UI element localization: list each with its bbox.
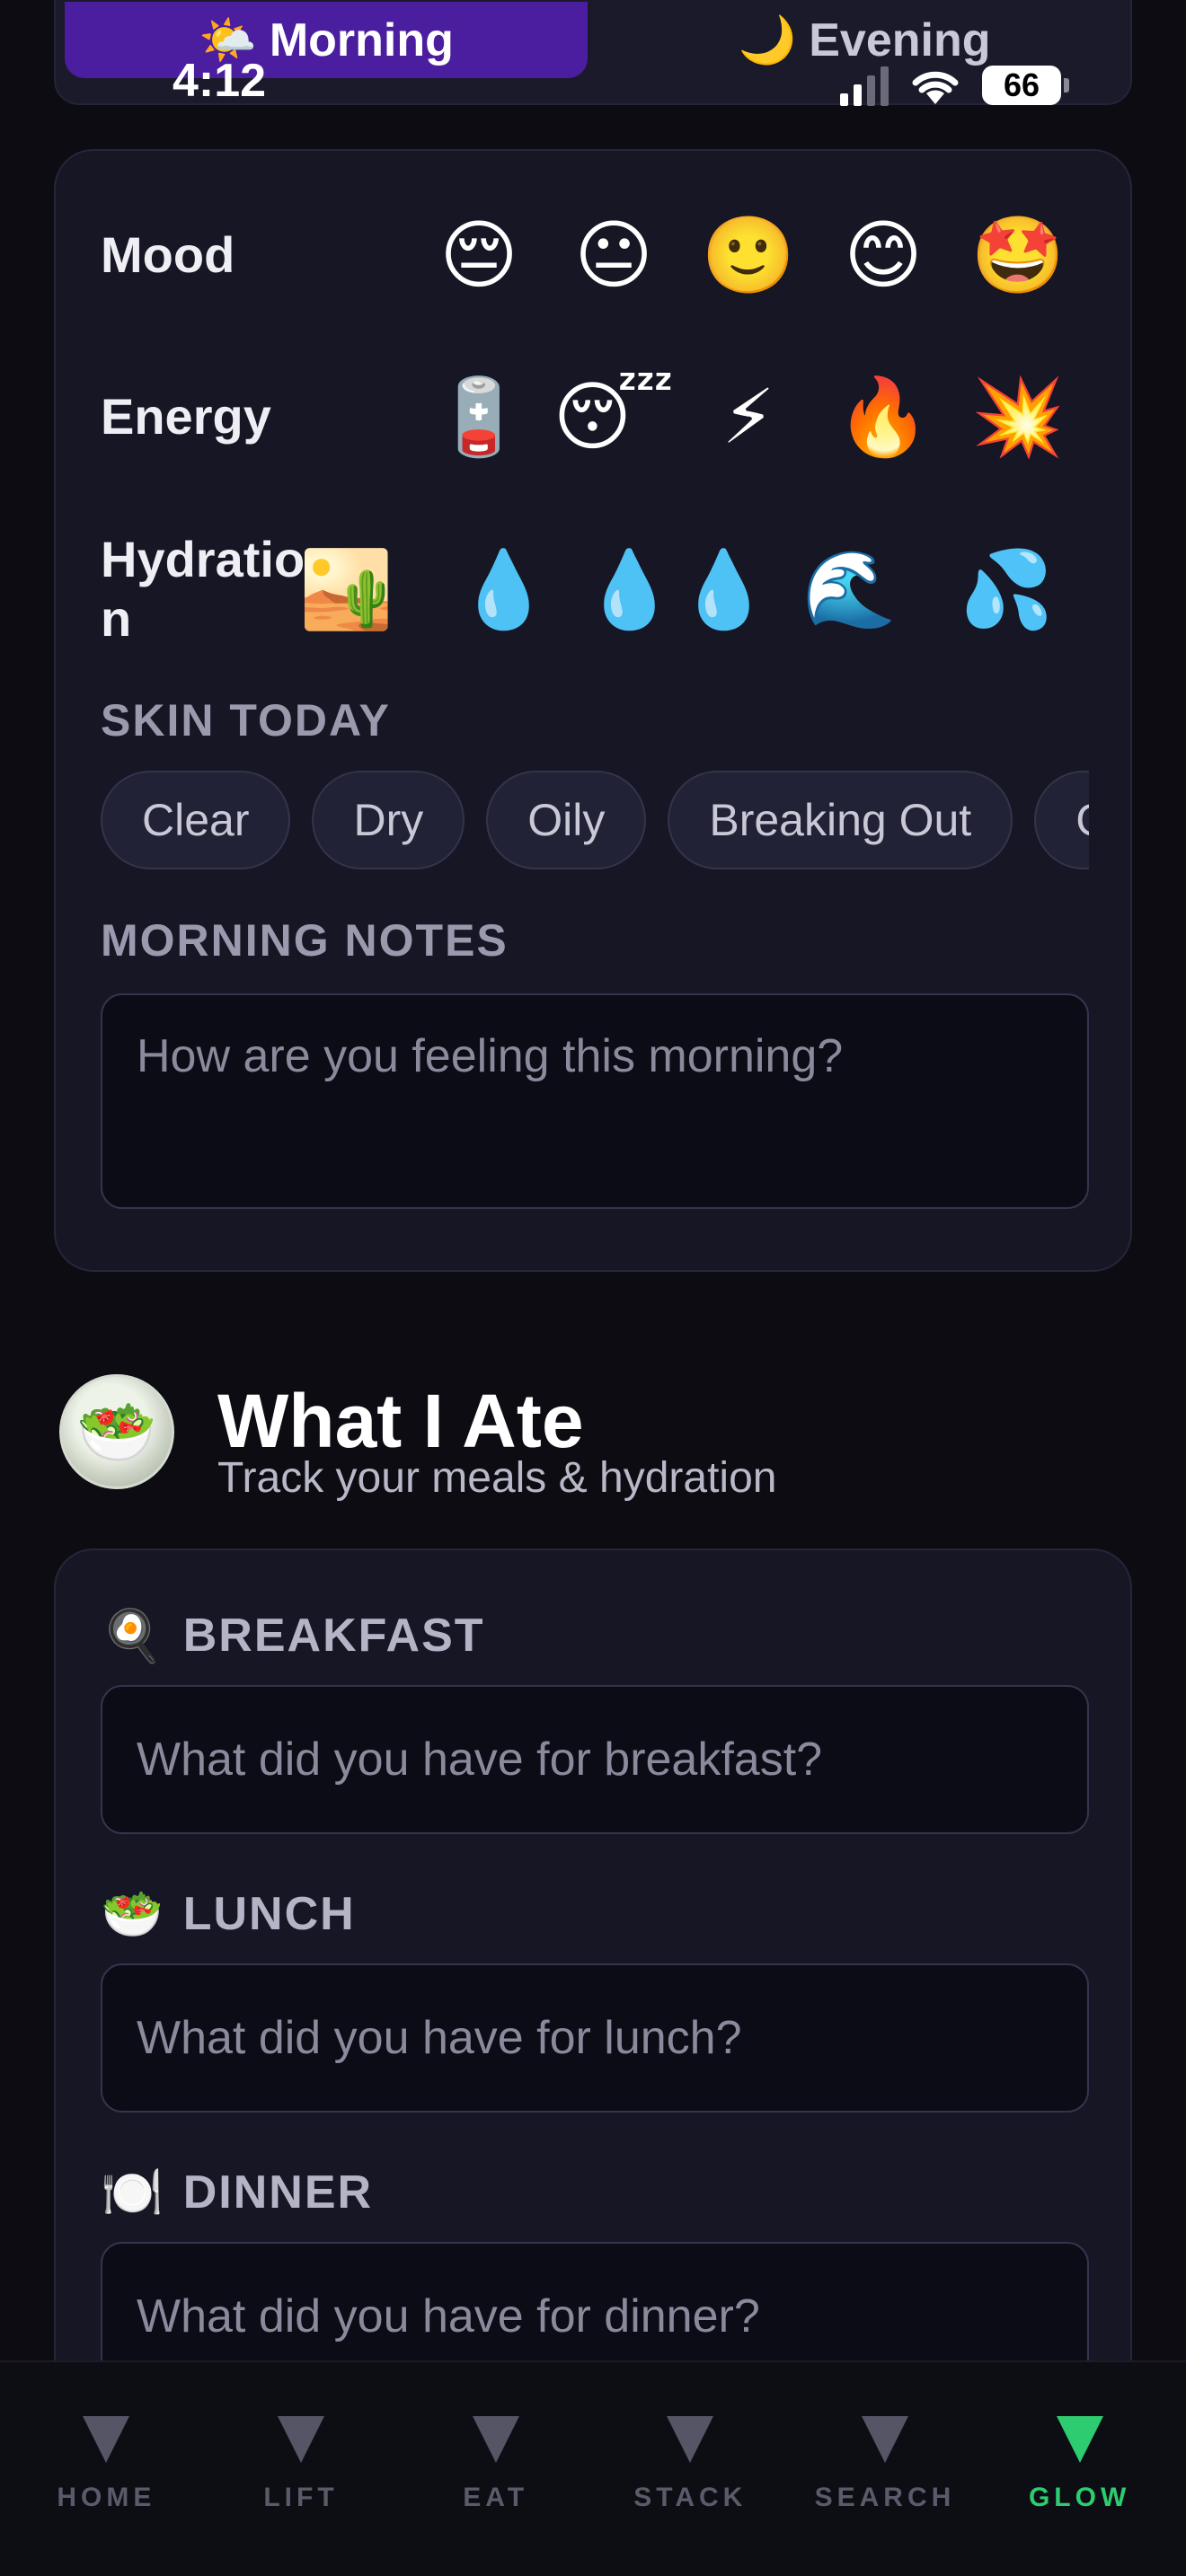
tab-morning[interactable]: 🌤️ Morning: [65, 2, 588, 78]
tab-evening-label: Evening: [809, 13, 991, 66]
section-title: What I Ate: [217, 1379, 584, 1463]
nav-home[interactable]: HOME: [16, 2362, 196, 2576]
nav-glow[interactable]: GLOW: [990, 2362, 1170, 2576]
status-time: 4:12: [173, 55, 267, 107]
meals-card: 🍳 BREAKFAST 🥗 LUNCH 🍽️ DINNER: [54, 1548, 1132, 2447]
energy-options: 🪫 😴 ⚡ 🔥 💥: [412, 367, 1085, 466]
dinner-label-text: DINNER: [182, 2166, 374, 2219]
nav-lift[interactable]: LIFT: [211, 2362, 391, 2576]
mood-option-3[interactable]: 🙂: [681, 206, 816, 304]
plate-cutlery-icon: 🍽️: [101, 2164, 165, 2222]
energy-option-4[interactable]: 🔥: [816, 367, 951, 466]
mood-option-1[interactable]: 😔: [412, 206, 546, 304]
breakfast-input[interactable]: [101, 1685, 1089, 1834]
mood-option-2[interactable]: 😐: [546, 206, 681, 304]
nav-home-label: HOME: [57, 2483, 156, 2512]
nav-search[interactable]: SEARCH: [795, 2362, 975, 2576]
status-indicators: 66: [840, 65, 1069, 106]
energy-option-2[interactable]: 😴: [546, 367, 681, 466]
dinner-label: 🍽️ DINNER: [101, 2163, 373, 2222]
skin-chip-glowing[interactable]: Glowing: [1034, 771, 1089, 869]
nav-stack-label: STACK: [633, 2483, 748, 2512]
mood-options: 😔 😐 🙂 😊 🤩: [412, 206, 1085, 304]
triangle-icon: [83, 2416, 130, 2463]
hydration-row: Hydratio n 🏜️ 💧 💧💧 🌊 💦: [101, 526, 1085, 652]
mood-option-5[interactable]: 🤩: [951, 206, 1085, 304]
hydration-option-5[interactable]: 💦: [928, 540, 1085, 639]
mood-label: Mood: [101, 226, 235, 283]
triangle-icon: [861, 2416, 908, 2463]
hydration-option-4[interactable]: 🌊: [771, 540, 928, 639]
skin-chip-clear[interactable]: Clear: [101, 771, 291, 869]
section-subtitle: Track your meals & hydration: [217, 1454, 777, 1502]
energy-option-1[interactable]: 🪫: [412, 367, 546, 466]
nav-eat-label: EAT: [463, 2483, 529, 2512]
lunch-label: 🥗 LUNCH: [101, 1884, 356, 1944]
triangle-icon: [277, 2416, 324, 2463]
salad-icon: 🥗: [59, 1374, 174, 1489]
salad-icon: 🥗: [101, 1885, 165, 1944]
nav-stack[interactable]: STACK: [600, 2362, 780, 2576]
tab-morning-label: Morning: [269, 13, 454, 66]
lunch-input[interactable]: [101, 1963, 1089, 2113]
hydration-option-3[interactable]: 💧💧: [582, 540, 771, 639]
skin-chip-breaking-out[interactable]: Breaking Out: [668, 771, 1013, 869]
triangle-icon: [472, 2416, 519, 2463]
what-i-ate-header: 🥗 What I Ate Track your meals & hydratio…: [59, 1374, 1093, 1502]
mood-row: Mood 😔 😐 🙂 😊 🤩: [101, 201, 1085, 309]
wifi-icon: [912, 71, 959, 104]
nav-glow-label: GLOW: [1028, 2483, 1131, 2512]
skin-today-label: SKIN TODAY: [101, 695, 391, 745]
skin-chip-dry[interactable]: Dry: [312, 771, 465, 869]
battery-icon: 66: [982, 66, 1069, 105]
energy-row: Energy 🪫 😴 ⚡ 🔥 💥: [101, 363, 1085, 471]
hydration-options: 🏜️ 💧 💧💧 🌊 💦: [268, 540, 1085, 639]
nav-lift-label: LIFT: [263, 2483, 339, 2512]
mood-option-4[interactable]: 😊: [816, 206, 951, 304]
energy-label: Energy: [101, 388, 271, 445]
morning-notes-input[interactable]: [101, 993, 1089, 1209]
breakfast-label-text: BREAKFAST: [182, 1610, 485, 1662]
morning-notes-label: MORNING NOTES: [101, 915, 509, 966]
triangle-icon: [667, 2416, 714, 2463]
nav-search-label: SEARCH: [814, 2483, 956, 2512]
moon-icon: 🌙: [738, 13, 797, 67]
skin-chips: Clear Dry Oily Breaking Out Glowing: [101, 771, 1089, 871]
energy-option-5[interactable]: 💥: [951, 367, 1085, 466]
energy-option-3[interactable]: ⚡: [681, 367, 816, 466]
hydration-option-2[interactable]: 💧: [425, 540, 582, 639]
morning-checkin-card: Mood 😔 😐 🙂 😊 🤩 Energy 🪫 😴 ⚡ 🔥 💥 Hydratio…: [54, 149, 1132, 1272]
triangle-icon: [1056, 2416, 1103, 2463]
frying-pan-icon: 🍳: [101, 1607, 165, 1665]
nav-eat[interactable]: EAT: [406, 2362, 586, 2576]
lunch-label-text: LUNCH: [182, 1888, 356, 1940]
bottom-nav: HOME LIFT EAT STACK SEARCH GLOW: [0, 2360, 1186, 2576]
cellular-signal-icon: [840, 65, 889, 106]
hydration-option-1[interactable]: 🏜️: [268, 540, 425, 639]
breakfast-label: 🍳 BREAKFAST: [101, 1606, 485, 1665]
skin-chip-oily[interactable]: Oily: [486, 771, 647, 869]
